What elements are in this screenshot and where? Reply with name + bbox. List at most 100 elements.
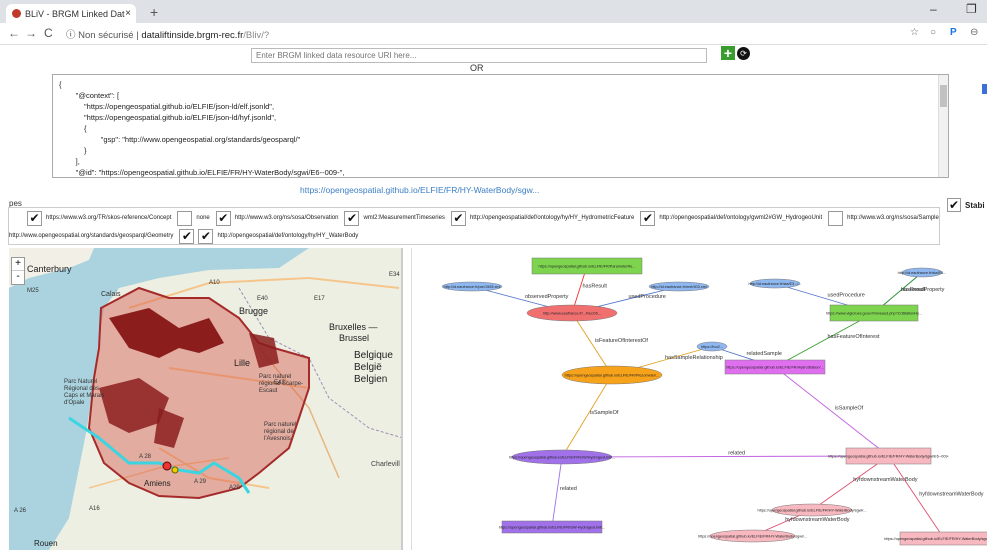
favicon-icon [12,9,21,18]
svg-text:Charlevill: Charlevill [371,461,400,468]
graph-node-label: https://opengeospatial.github.io/ELFIE/F… [538,265,635,269]
road-a26: A 26 [14,508,27,514]
graph-edge [774,366,889,457]
svg-text:Régional des: Régional des [64,386,99,392]
filter-label: http://opengeospatial/def/ontology/gwml2… [659,215,823,221]
json-scrollbar[interactable] [938,75,948,177]
graph-edge-label: hasFeatureOfInterest [828,334,880,340]
graph-edge-label: isSampleOf [590,410,619,416]
restore-icon[interactable]: ❐ [966,2,977,16]
browser-tabbar: BLiV - BRGM Linked Data Visuali × + – ❐ [0,0,987,23]
graph-node-label: http://www.eaufrance.fr/...RecOb... [543,312,601,316]
filter-checkbox[interactable]: ✔ [198,228,214,244]
graph-node-label: https://opengeospatial.github.io/ELFIE/F… [565,374,660,378]
road-a29b: A 29 [194,479,207,485]
graph-node-label: https://opengeospatial.github.io/ELFIE/F… [884,537,987,541]
label-canterbury: Canterbury [27,264,72,274]
filter-checkbox[interactable] [828,210,844,226]
resource-link[interactable]: https://opengeospatial.github.io/ELFIE/F… [300,185,539,195]
graph-edge-label: isSampleOf [835,406,864,412]
graph-edge-label: hyfdownstreamWaterBody [919,491,984,497]
side-marker [982,84,987,94]
filter-checkbox[interactable]: ✔ [27,210,42,226]
road-a29: A29 [229,485,240,491]
filter-checkbox[interactable]: ✔ [215,210,231,226]
graph-svg: hasResult observedProperty usedProcedure us… [441,257,987,546]
station-marker-icon [162,461,172,471]
label-lille: Lille [234,358,250,368]
svg-text:régional de: régional de [264,429,294,435]
forward-icon[interactable]: → [25,26,37,40]
tab-bliv[interactable]: BLiV - BRGM Linked Data Visuali × [6,4,136,23]
graph-node-label: http://id.eaufrance.fr/met/403.xml [651,285,707,289]
reload-icon[interactable]: C [44,26,53,40]
graph-node-label: http://id.eaufrance.fr/sta/E5... [898,271,947,275]
add-icon[interactable]: + [721,46,735,60]
graph-edge-label: hasSampleRelationship [665,355,723,361]
graph-edge [551,456,563,528]
graph-edge-label: hasResult [583,284,608,290]
account-icon[interactable]: ⊖ [970,27,978,38]
info-icon: ⓘ [66,30,79,41]
minimize-icon[interactable]: – [930,2,937,16]
svg-text:België: België [354,362,382,373]
stabilize-label: Stabi [965,200,985,210]
svg-text:Parc naturel: Parc naturel [264,422,296,428]
filter-checkbox[interactable]: ✔ [640,210,656,226]
graph-edge-label: hyfdownstreamWaterBody [785,517,850,523]
graph-edge-label: related [560,486,577,492]
filter-checkbox[interactable]: ✔ [344,210,360,226]
zoom-control: + - [11,257,25,285]
extension-icon[interactable]: ○ [930,27,936,38]
filter-label: http://www.w3.org/ns/sosa/Sample [847,215,939,221]
filter-label: none [196,215,210,221]
graph-panel[interactable]: hasResult observedProperty usedProcedure us… [411,248,987,550]
graph-edge-label: usedProcedure [828,292,865,298]
stabilize-checkbox[interactable]: ✔ [947,198,961,212]
graph-edge [561,374,613,458]
graph-edge-label: related [728,451,745,457]
graph-node-label: https://www.vigicrues.gouv.fr/niveau3.ph… [826,312,922,316]
road-m25: M25 [27,288,39,294]
url-field[interactable]: ⓘ Non sécurisé | dataliftinside.brgm-rec… [66,27,269,41]
scroll-thumb[interactable] [940,85,947,107]
graph-edge-label: observedProperty [525,294,569,300]
map-panel[interactable]: Canterbury Brugge Bruxelles — Brussel Be… [9,248,403,550]
tab-close-button[interactable]: × [125,8,131,19]
graph-edge [571,312,613,376]
zoom-out-button[interactable]: - [12,271,24,284]
svg-text:Brussel: Brussel [339,333,369,343]
graph-node-label: https://opengeospatial.github.io/ELFIE/F… [757,509,866,513]
stabilize-toggle[interactable]: ✔ Stabi [947,198,985,212]
filter-label: wml2:MeasurementTimeseries [363,215,445,221]
filter-row-1: ✔ https://www.w3.org/TR/skos-reference/Co… [27,210,945,226]
svg-text:Parc Naturel: Parc Naturel [64,379,97,385]
graph-node-label: https://opengeospatial.github.io/ELFIE/F… [726,366,824,370]
filter-checkbox[interactable]: ✔ [179,228,195,244]
filter-label: http://opengeospatial/def/ontology/hy/HY… [217,233,359,239]
filter-label: http://www.w3.org/ns/sosa/Observation [234,215,339,221]
graph-node-label: http://id.eaufrance.fr/sta/E3.../... [749,282,802,286]
graph-edge-label: hasResult [901,287,926,293]
filter-label: https://www.w3.org/TR/skos-reference/Con… [46,215,172,221]
filter-checkbox[interactable] [177,210,193,226]
graph-edge-label: relatedSample [747,351,782,357]
uri-input[interactable] [251,48,707,63]
svg-text:Caps et Marais: Caps et Marais [64,393,104,399]
svg-text:Belgien: Belgien [354,374,387,385]
or-label: OR [470,63,484,73]
filter-checkbox[interactable]: ✔ [450,210,466,226]
security-label: Non sécurisé [78,30,134,41]
url-path: /Bliv/? [243,30,270,41]
graph-node-label: https://opengeospatial.github.io/ELFIE/F… [509,456,615,460]
go-icon[interactable]: ⟳ [737,47,750,60]
profile-p-icon[interactable]: P [950,27,957,38]
filter-row-2: http://www.opengeospatial.org/standards/… [9,228,364,244]
zoom-in-button[interactable]: + [12,258,24,271]
json-input[interactable]: { "@context": [ "https://opengeospatial.… [52,74,949,178]
new-tab-button[interactable]: + [150,4,158,20]
back-icon[interactable]: ← [8,26,20,40]
star-icon[interactable]: ☆ [910,27,919,38]
graph-node-label: https://opengeospatial.github.io/ELFIE/F… [499,526,606,530]
label-calais: Calais [101,291,121,298]
